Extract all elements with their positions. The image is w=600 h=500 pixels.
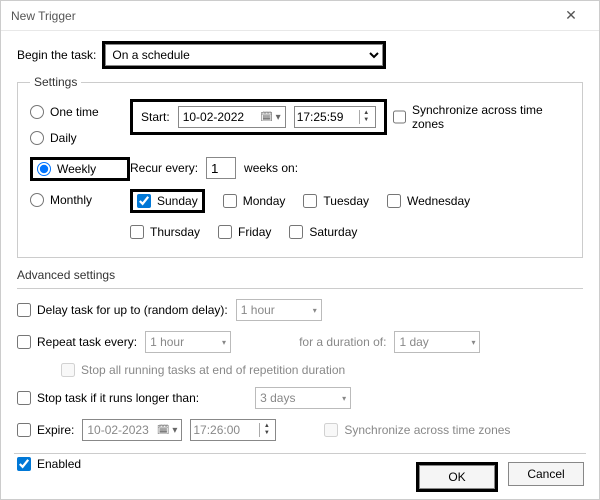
day-saturday[interactable]: Saturday [289,225,357,239]
day-tuesday[interactable]: Tuesday [303,194,369,208]
expire-date-input[interactable]: 10-02-2023🗓 ▾ [82,419,182,441]
freq-daily[interactable]: Daily [30,131,130,145]
recur-label-pre: Recur every: [130,161,198,175]
day-thursday[interactable]: Thursday [130,225,200,239]
delay-checkbox[interactable]: Delay task for up to (random delay): [17,303,228,317]
window-title: New Trigger [11,9,76,23]
start-time-input[interactable]: 17:25:59 ▲▼ [294,106,376,128]
freq-monthly[interactable]: Monthly [30,193,130,207]
freq-one-time[interactable]: One time [30,105,130,119]
calendar-icon[interactable]: 🗓 ▾ [260,112,281,123]
chevron-down-icon: ▾ [222,338,226,347]
footer-buttons: OK Cancel [416,462,584,492]
advanced-section: Delay task for up to (random delay): 1 h… [17,288,583,471]
repeat-checkbox[interactable]: Repeat task every: [17,335,137,349]
repeat-every-combo[interactable]: 1 hour▾ [145,331,231,353]
cancel-button[interactable]: Cancel [508,462,584,486]
start-label: Start: [141,110,170,124]
chevron-down-icon: ▾ [342,394,346,403]
expire-sync-checkbox: Synchronize across time zones [324,423,510,437]
repeat-duration-combo[interactable]: 1 day▾ [394,331,480,353]
freq-weekly[interactable]: Weekly [37,162,96,176]
days-grid: Sunday Monday Tuesday Wednesday Thursday… [130,189,570,239]
day-sunday-highlight: Sunday [130,189,205,213]
ok-button[interactable]: OK [419,465,495,489]
time-spinner-icon: ▲▼ [259,423,273,437]
settings-legend: Settings [30,75,81,89]
day-friday[interactable]: Friday [218,225,271,239]
titlebar: New Trigger ✕ [1,1,599,31]
delay-combo[interactable]: 1 hour▾ [236,299,322,321]
begin-task-label: Begin the task: [17,48,96,62]
advanced-heading: Advanced settings [17,268,583,282]
calendar-icon: 🗓 ▾ [157,425,178,436]
stop-long-checkbox[interactable]: Stop task if it runs longer than: [17,391,199,405]
chevron-down-icon: ▾ [313,306,317,315]
start-highlight: Start: 10-02-2022 🗓 ▾ 17:25:59 ▲▼ [130,99,387,135]
footer-separator [14,453,586,454]
stop-long-combo[interactable]: 3 days▾ [255,387,351,409]
enabled-checkbox[interactable]: Enabled [17,457,81,471]
recur-label-post: weeks on: [244,161,298,175]
settings-group: Settings One time Daily Weekly Monthly S… [17,75,583,258]
expire-checkbox[interactable]: Expire: [17,423,74,437]
sync-timezone-checkbox[interactable]: Synchronize across time zones [393,103,570,131]
repeat-duration-label: for a duration of: [299,335,386,349]
stop-all-checkbox: Stop all running tasks at end of repetit… [61,363,345,377]
recur-input[interactable] [206,157,236,179]
day-wednesday[interactable]: Wednesday [387,194,470,208]
time-spinner-icon[interactable]: ▲▼ [359,110,373,124]
begin-task-highlight: On a schedule [102,41,386,69]
day-monday[interactable]: Monday [223,194,286,208]
ok-highlight: OK [416,462,498,492]
start-date-input[interactable]: 10-02-2022 🗓 ▾ [178,106,286,128]
freq-weekly-highlight: Weekly [30,157,130,181]
begin-task-select[interactable]: On a schedule [105,44,383,66]
frequency-column: One time Daily Weekly Monthly [30,99,130,239]
close-icon[interactable]: ✕ [551,2,591,30]
expire-time-input[interactable]: 17:26:00▲▼ [190,419,276,441]
chevron-down-icon: ▾ [471,338,475,347]
day-sunday[interactable]: Sunday [137,194,198,208]
